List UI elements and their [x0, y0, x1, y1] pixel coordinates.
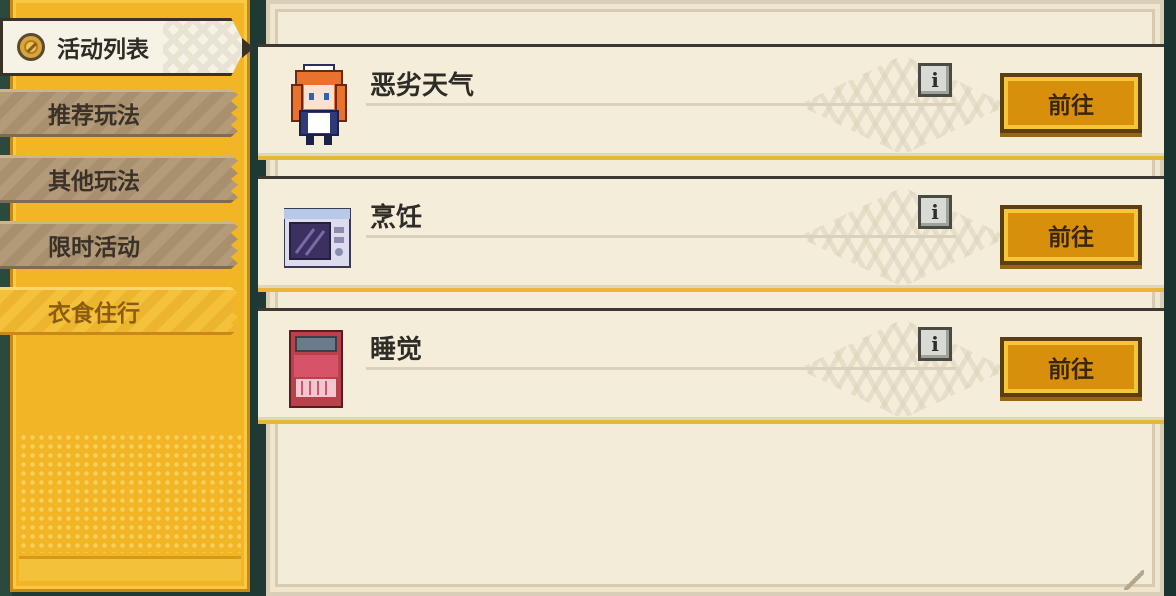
activity-title: 烹饪 — [370, 203, 423, 233]
sidebar-item-label: 限时活动 — [48, 235, 140, 261]
sidebar-bottom-strip — [19, 556, 241, 581]
row-divider — [366, 103, 956, 106]
activity-title: 恶劣天气 — [370, 71, 475, 101]
sidebar-header-activity-list[interactable]: 活动列表 — [0, 18, 246, 76]
resize-corner-icon — [1124, 570, 1144, 590]
activity-row-cooking: 烹饪 i 前往 — [258, 176, 1164, 292]
bed-icon — [289, 330, 343, 408]
sidebar-item-other[interactable]: 其他玩法 — [0, 155, 238, 203]
info-icon[interactable]: i — [918, 63, 952, 97]
go-button[interactable]: 前往 — [1000, 73, 1142, 133]
sidebar-item-label: 推荐玩法 — [48, 103, 140, 129]
info-icon[interactable]: i — [918, 195, 952, 229]
sidebar-decoration — [19, 433, 241, 553]
microwave-icon — [284, 208, 351, 268]
row-divider — [366, 235, 956, 238]
go-button[interactable]: 前往 — [1000, 205, 1142, 265]
sidebar-item-limited-time[interactable]: 限时活动 — [0, 221, 238, 269]
maid-character-icon — [291, 64, 347, 145]
activity-row-bad-weather: 恶劣天气 i 前往 — [258, 44, 1164, 160]
sidebar-header-label: 活动列表 — [57, 37, 149, 63]
sidebar-item-recommended[interactable]: 推荐玩法 — [0, 89, 238, 137]
activity-title: 睡觉 — [370, 335, 423, 365]
coin-icon — [17, 33, 45, 61]
sidebar-item-label: 其他玩法 — [48, 169, 140, 195]
sidebar-item-daily-life[interactable]: 衣食住行 — [0, 287, 238, 335]
info-icon[interactable]: i — [918, 327, 952, 361]
sidebar-item-label: 衣食住行 — [48, 301, 140, 327]
activity-row-sleep: 睡觉 i 前往 — [258, 308, 1164, 424]
row-divider — [366, 367, 956, 370]
go-button[interactable]: 前往 — [1000, 337, 1142, 397]
